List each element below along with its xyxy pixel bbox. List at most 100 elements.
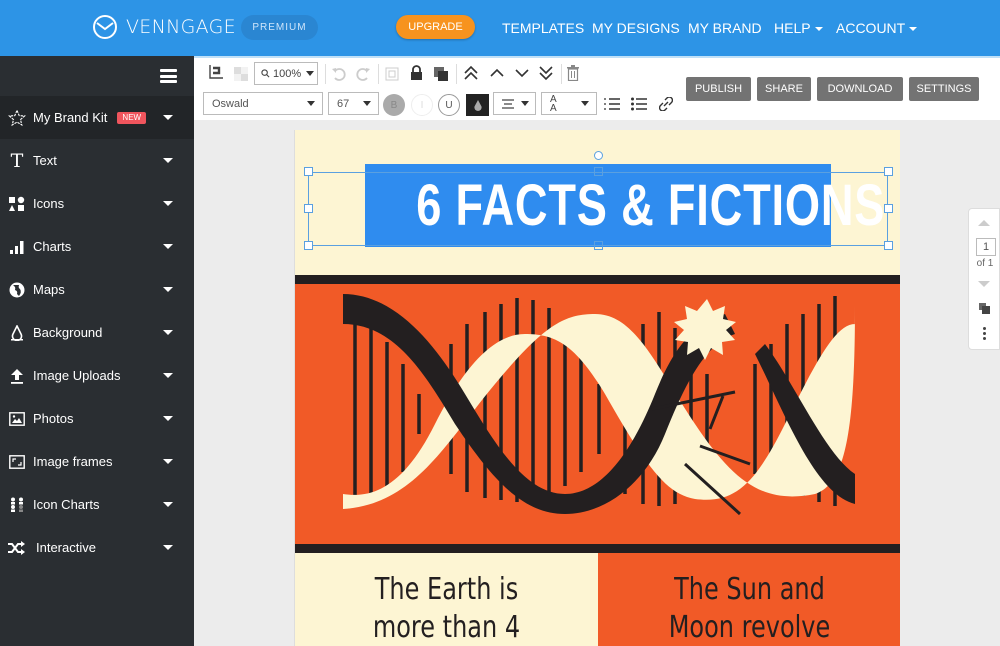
line-spacing-select[interactable]: AA [541,92,597,115]
download-button[interactable]: DOWNLOAD [817,77,903,101]
upgrade-button[interactable]: UPGRADE [396,15,475,39]
duplicate-icon[interactable] [432,65,450,83]
page-down-icon[interactable] [978,281,990,287]
resize-handle-sw[interactable] [304,241,313,250]
group-icon[interactable] [384,66,400,82]
italic-label: I [420,99,424,111]
undo-icon[interactable] [330,65,348,83]
selection-box[interactable] [308,172,888,246]
page-up-icon[interactable] [978,220,990,226]
resize-handle-s[interactable] [594,241,603,250]
resize-handle-n[interactable] [594,167,603,176]
resize-handle-nw[interactable] [304,167,313,176]
italic-toggle[interactable]: I [411,94,433,116]
page-total: of 1 [976,258,994,269]
chevron-down-icon[interactable] [163,244,173,249]
sidebar-item-my-brand-kit[interactable]: My Brand Kit NEW [0,96,194,139]
fact-text: The Earth is more than 4 [325,571,567,646]
nav-account[interactable]: ACCOUNT [836,20,918,36]
resize-handle-w[interactable] [304,204,313,213]
hamburger-menu-icon[interactable] [160,69,177,83]
drop-icon [8,324,26,342]
bring-forward-icon[interactable] [488,64,506,82]
underline-toggle[interactable]: U [438,94,460,116]
fiction-cell[interactable]: The Sun and Moon revolve [598,553,900,646]
nav-my-brand[interactable]: MY BRAND [688,20,762,36]
bold-toggle[interactable]: B [383,94,405,116]
sidebar-item-charts[interactable]: Charts [0,225,194,268]
transparency-icon[interactable] [234,67,248,81]
dna-illustration[interactable] [295,284,900,544]
redo-icon[interactable] [354,65,372,83]
sidebar-item-label: Image frames [33,454,113,469]
divider [456,64,457,84]
chevron-down-icon [306,71,315,76]
link-icon[interactable] [658,96,674,112]
duplicate-page-icon[interactable] [979,303,990,314]
text-color-swatch[interactable] [466,94,489,116]
text-align-select[interactable] [493,92,536,115]
divider [325,64,326,84]
chevron-down-icon[interactable] [163,459,173,464]
sidebar-item-image-frames[interactable]: Image frames [0,440,194,483]
sidebar-item-label: Background [33,325,103,340]
sidebar-item-icons[interactable]: Icons [0,182,194,225]
new-badge: NEW [117,111,147,124]
nav-my-brand-label: MY BRAND [688,20,762,36]
nav-help[interactable]: HELP [774,20,823,36]
settings-button[interactable]: SETTINGS [909,77,979,101]
sidebar-item-photos[interactable]: Photos [0,397,194,440]
more-options-icon[interactable] [983,326,986,341]
resize-handle-ne[interactable] [884,167,893,176]
resize-handle-se[interactable] [884,241,893,250]
align-center-icon [502,98,514,109]
zoom-select[interactable]: 100% [254,62,318,85]
crop-icon[interactable] [206,64,224,82]
sidebar-item-maps[interactable]: Maps [0,268,194,311]
send-backward-icon[interactable] [513,64,531,82]
rotate-handle[interactable] [594,151,603,160]
bullet-list-icon[interactable] [631,96,647,112]
font-family-select[interactable]: Oswald [203,92,323,115]
send-to-back-icon[interactable] [537,64,555,82]
venngage-logo-icon [93,15,117,39]
chevron-down-icon[interactable] [163,287,173,292]
bring-to-front-icon[interactable] [462,64,480,82]
divider [378,64,379,84]
sidebar-item-image-uploads[interactable]: Image Uploads [0,354,194,397]
chevron-down-icon[interactable] [163,158,173,163]
sidebar-item-interactive[interactable]: Interactive [0,526,194,569]
publish-button[interactable]: PUBLISH [686,77,751,101]
globe-icon [8,281,26,299]
chevron-down-icon[interactable] [163,502,173,507]
share-button[interactable]: SHARE [757,77,811,101]
sidebar-item-background[interactable]: Background [0,311,194,354]
text-icon: T [10,149,24,172]
sidebar-item-icon-charts[interactable]: Icon Charts [0,483,194,526]
chevron-down-icon[interactable] [163,545,173,550]
resize-handle-e[interactable] [884,204,893,213]
design-canvas[interactable]: 6 FACTS & FICTIONS The Earth is more than… [294,130,900,646]
nav-my-designs[interactable]: MY DESIGNS [592,20,680,36]
page-number-input[interactable]: 1 [976,238,996,256]
sidebar-item-text[interactable]: T Text [0,139,194,182]
shuffle-icon [8,539,26,557]
fact-cell[interactable]: The Earth is more than 4 [295,553,598,646]
font-size-select[interactable]: 67 [328,92,379,115]
sidebar-item-label: Icons [33,196,65,211]
numbered-list-icon[interactable] [604,96,620,112]
chevron-down-icon[interactable] [163,115,173,120]
trash-icon[interactable] [565,64,581,82]
sidebar-item-label: My Brand Kit [33,110,108,125]
chevron-down-icon[interactable] [163,201,173,206]
nav-templates-label: TEMPLATES [502,20,585,36]
nav-templates[interactable]: TEMPLATES [502,20,584,36]
chevron-down-icon[interactable] [163,373,173,378]
lock-icon[interactable] [408,64,424,82]
top-navbar: VENNGAGE PREMIUM UPGRADE TEMPLATES MY DE… [0,0,1000,56]
chevron-down-icon[interactable] [163,416,173,421]
venngage-logo[interactable]: VENNGAGE [92,14,236,40]
chevron-down-icon[interactable] [163,330,173,335]
sidebar-item-label: Charts [33,239,72,254]
sidebar-item-label: Text [33,153,57,168]
